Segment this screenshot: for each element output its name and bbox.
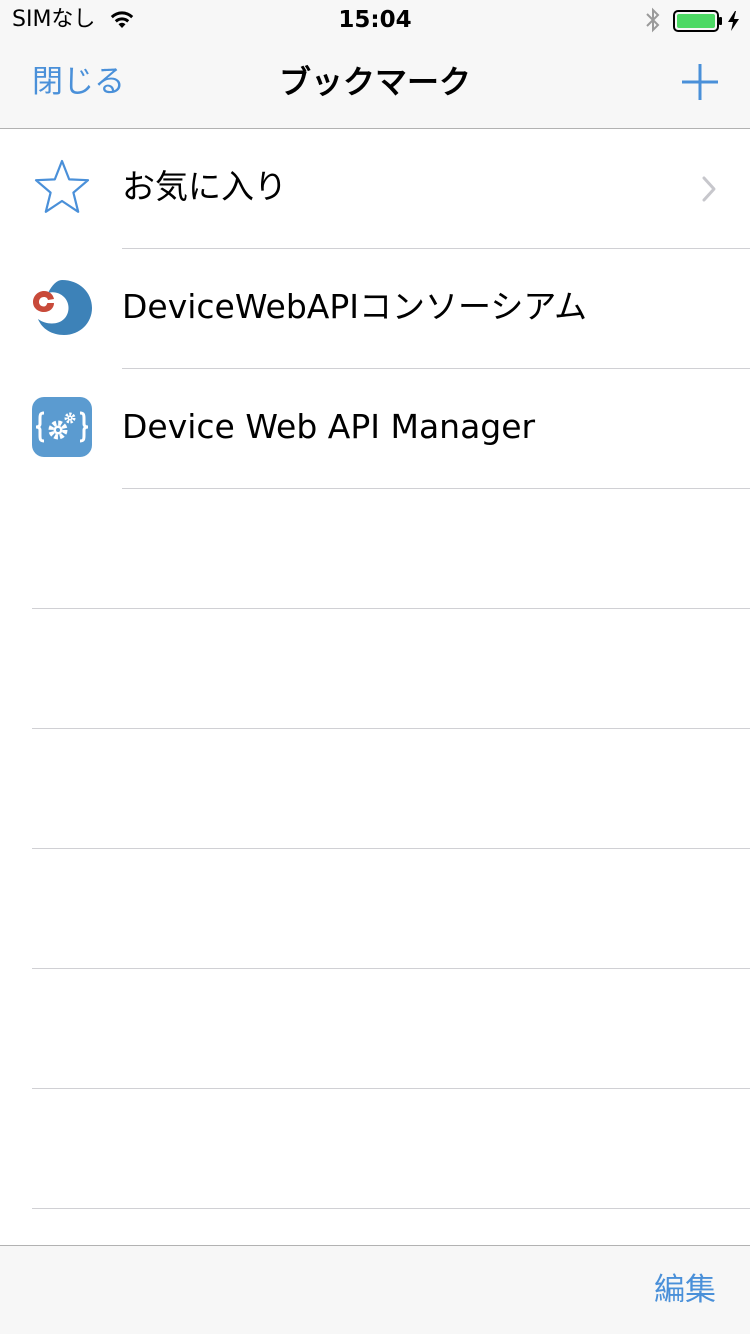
plus-icon[interactable]: [680, 62, 720, 102]
empty-row: [0, 849, 750, 969]
battery-charging-icon: [673, 10, 739, 32]
status-time: 15:04: [338, 7, 412, 33]
gear-braces-app-icon: [32, 397, 92, 457]
status-bar: SIMなし 15:04: [0, 0, 750, 40]
bookmark-row-consortium[interactable]: DeviceWebAPIコンソーシアム: [0, 249, 750, 369]
bookmark-list: お気に入り DeviceWebAPIコンソーシアム Device Web API…: [0, 129, 750, 1209]
chevron-right-icon: [702, 176, 716, 202]
empty-row: [0, 969, 750, 1089]
row-separator: [32, 1208, 750, 1209]
edit-button[interactable]: 編集: [654, 1270, 716, 1310]
empty-row: [0, 1089, 750, 1209]
bookmarks-screen: SIMなし 15:04 閉じる ブックマーク お気に入り DeviceWebAP…: [0, 0, 750, 1334]
bottom-toolbar: 編集: [0, 1245, 750, 1334]
page-title: ブックマーク: [278, 63, 471, 101]
star-icon: [34, 159, 90, 213]
bookmark-label: Device Web API Manager: [122, 407, 536, 446]
bookmark-row-manager[interactable]: Device Web API Manager: [0, 369, 750, 489]
bluetooth-icon: [646, 7, 660, 33]
bookmark-label: お気に入り: [122, 167, 287, 206]
empty-row: [0, 489, 750, 609]
consortium-logo-icon: [33, 280, 92, 335]
empty-row: [0, 609, 750, 729]
empty-row: [0, 729, 750, 849]
bookmark-row-favorites[interactable]: お気に入り: [0, 129, 750, 249]
navigation-bar: 閉じる ブックマーク: [0, 40, 750, 128]
bookmark-label: DeviceWebAPIコンソーシアム: [122, 287, 588, 326]
top-chrome: SIMなし 15:04 閉じる ブックマーク: [0, 0, 750, 129]
